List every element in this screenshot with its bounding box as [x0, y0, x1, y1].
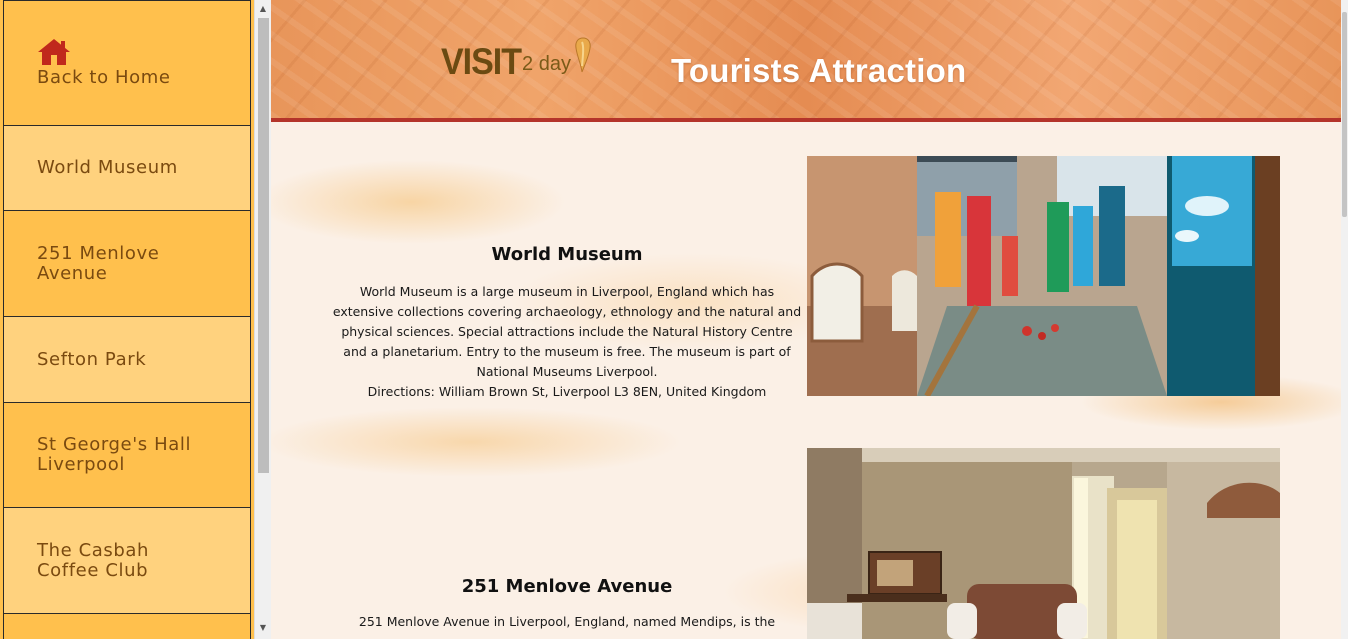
sidebar-item-label: Sefton Park: [37, 348, 147, 370]
sidebar-item-label: World Museum: [37, 157, 178, 178]
scroll-down-arrow-icon[interactable]: ▼: [255, 620, 271, 636]
main-scroll-thumb[interactable]: [1342, 12, 1347, 217]
page-title: Tourists Attraction: [671, 52, 967, 89]
scroll-up-arrow-icon[interactable]: ▲: [255, 1, 271, 17]
app-window: Back to Home World Museum 251 Menlove Av…: [0, 0, 1348, 639]
location-pin-icon: [575, 37, 591, 73]
sidebar-item-world-museum[interactable]: World Museum: [3, 125, 251, 211]
site-logo[interactable]: VISIT 2 day: [441, 32, 593, 83]
menlove-avenue-photo: [807, 448, 1280, 639]
logo-main-text: VISIT: [441, 41, 522, 83]
main-scrollbar[interactable]: [1341, 0, 1348, 639]
attraction-description-text: World Museum is a large museum in Liverp…: [332, 284, 802, 379]
sidebar-item-label: St George's Hall Liverpool: [37, 434, 192, 475]
attractions-list: World Museum World Museum is a large mus…: [271, 122, 1341, 639]
sidebar-item-menlove-avenue[interactable]: 251 Menlove Avenue: [3, 210, 251, 317]
attraction-directions: Directions: William Brown St, Liverpool …: [367, 384, 767, 399]
sidebar-item-label: 251 Menlove Avenue: [37, 242, 160, 284]
sidebar-item-label: The Casbah Coffee Club: [37, 539, 150, 581]
attraction-title: 251 Menlove Avenue: [461, 576, 673, 597]
logo-sub-text: 2 day: [522, 53, 571, 75]
home-icon: [38, 39, 70, 65]
attraction-description: World Museum is a large museum in Liverp…: [332, 282, 802, 402]
attraction-description: 251 Menlove Avenue in Liverpool, England…: [332, 612, 802, 632]
sidebar-item-partial[interactable]: [3, 613, 251, 639]
main-content: VISIT 2 day Tourists Attraction World Mu…: [271, 0, 1341, 639]
sidebar-scrollbar[interactable]: ▲ ▼: [254, 0, 271, 639]
sidebar-scroll-thumb[interactable]: [258, 18, 269, 473]
sidebar-item-st-georges-hall[interactable]: St George's Hall Liverpool: [3, 402, 251, 508]
attraction-title: World Museum: [491, 244, 643, 265]
sidebar-item-home[interactable]: Back to Home: [3, 0, 251, 126]
sidebar-item-casbah-coffee-club[interactable]: The Casbah Coffee Club: [3, 507, 251, 614]
page-header: VISIT 2 day Tourists Attraction: [271, 0, 1341, 118]
sidebar-item-label: Back to Home: [37, 67, 171, 88]
attraction-description-text: 251 Menlove Avenue in Liverpool, England…: [358, 614, 776, 629]
sidebar-item-sefton-park[interactable]: Sefton Park: [3, 316, 251, 403]
sidebar: Back to Home World Museum 251 Menlove Av…: [0, 0, 256, 639]
world-museum-photo: [807, 156, 1280, 396]
